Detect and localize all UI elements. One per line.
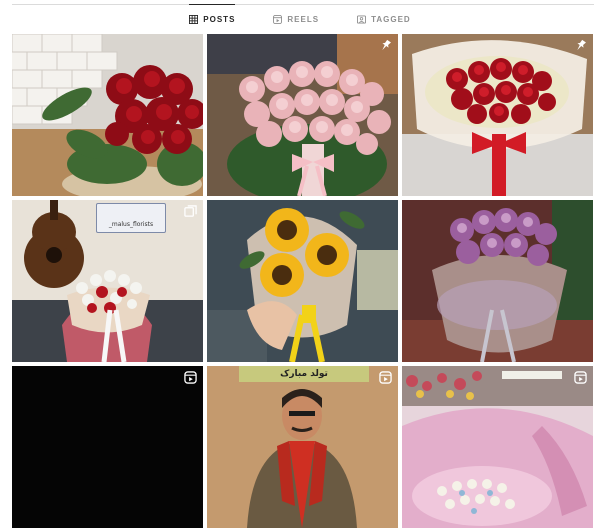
pin-icon [574,39,587,52]
post-tile[interactable] [12,34,203,196]
pin-icon [379,39,392,52]
post-tile[interactable] [402,200,593,362]
tagged-icon [357,14,367,24]
post-image-sunflowers [207,200,398,362]
posts-grid: _malus_florists تولد مبارک [12,34,593,528]
video-caption: تولد مبارک [239,366,369,382]
tab-tagged[interactable]: TAGGED [357,0,411,34]
tab-posts-label: POSTS [203,14,236,24]
post-tile[interactable] [207,34,398,196]
tab-posts[interactable]: POSTS [189,0,236,34]
reels-icon [273,14,283,24]
post-image-man-red-scarf [207,366,398,528]
profile-tabs: POSTS REELS TAGGED [0,0,600,34]
shop-tag: _malus_florists [96,203,166,233]
post-tile[interactable] [402,34,593,196]
post-tile[interactable] [207,200,398,362]
post-image-video-dark [12,366,203,528]
carousel-icon [184,205,197,218]
grid-icon [189,14,199,24]
post-tile[interactable]: _malus_florists [12,200,203,362]
post-image-red-roses [12,34,203,196]
reel-icon [379,371,392,384]
tab-tagged-label: TAGGED [371,14,411,24]
post-tile[interactable] [12,366,203,528]
reel-icon [574,371,587,384]
post-image-pink-candy-bouquet [402,366,593,528]
post-tile[interactable] [402,366,593,528]
post-image-purple-flowers [402,200,593,362]
post-tile[interactable]: تولد مبارک [207,366,398,528]
reel-icon [184,371,197,384]
tab-reels[interactable]: REELS [273,0,319,34]
post-image-red-roses-white-wrap [402,34,593,196]
tab-reels-label: REELS [287,14,320,24]
post-image-pink-roses [207,34,398,196]
